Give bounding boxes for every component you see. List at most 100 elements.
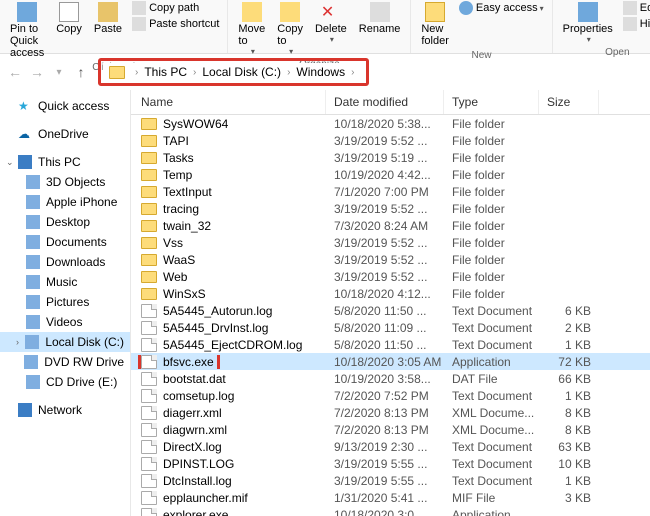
sidebar-this-pc[interactable]: ⌄This PC (0, 152, 130, 172)
file-row[interactable]: twain_327/3/2020 8:24 AMFile folder (131, 217, 650, 234)
file-row[interactable]: DirectX.log9/13/2019 2:30 ...Text Docume… (131, 438, 650, 455)
file-row[interactable]: SysWOW6410/18/2020 5:38...File folder (131, 115, 650, 132)
file-row[interactable]: epplauncher.mif1/31/2020 5:41 ...MIF Fil… (131, 489, 650, 506)
sidebar-item[interactable]: Music (0, 272, 130, 292)
file-row[interactable]: TextInput7/1/2020 7:00 PMFile folder (131, 183, 650, 200)
sidebar-quick-access[interactable]: ★Quick access (0, 96, 130, 116)
file-row[interactable]: 5A5445_DrvInst.log5/8/2020 11:09 ...Text… (131, 319, 650, 336)
file-row[interactable]: tracing3/19/2019 5:52 ...File folder (131, 200, 650, 217)
file-name: epplauncher.mif (163, 491, 248, 505)
forward-button[interactable]: → (26, 61, 48, 83)
sidebar-item-label: DVD RW Drive (44, 355, 124, 369)
move-to-button[interactable]: Move to▾ (232, 0, 271, 58)
ribbon-label-open: Open (605, 46, 629, 59)
network-icon (18, 403, 32, 417)
sidebar-item[interactable]: Desktop (0, 212, 130, 232)
file-row[interactable]: Temp10/19/2020 4:42...File folder (131, 166, 650, 183)
file-name-cell: diagerr.xml (131, 406, 326, 420)
file-row[interactable]: explorer.exe10/18/2020 3:0...Application (131, 506, 650, 516)
column-size[interactable]: Size (539, 90, 599, 114)
sidebar: ★Quick access ☁OneDrive ⌄This PC 3D Obje… (0, 90, 130, 516)
edit-button[interactable]: Edit (619, 0, 650, 16)
sidebar-item[interactable]: Pictures (0, 292, 130, 312)
new-folder-icon (425, 2, 445, 22)
sidebar-item[interactable]: Videos (0, 312, 130, 332)
folder-icon (141, 254, 157, 266)
paste-button[interactable]: Paste (88, 0, 128, 37)
file-row[interactable]: DPINST.LOG3/19/2019 5:55 ...Text Documen… (131, 455, 650, 472)
file-name-cell: TAPI (131, 134, 326, 148)
file-name-cell: DtcInstall.log (131, 474, 326, 488)
folder-icon (141, 220, 157, 232)
pin-quick-access-button[interactable]: Pin to Quick access (4, 0, 50, 61)
file-row[interactable]: diagerr.xml7/2/2020 8:13 PMXML Docume...… (131, 404, 650, 421)
file-row[interactable]: Vss3/19/2019 5:52 ...File folder (131, 234, 650, 251)
column-name[interactable]: Name (131, 90, 326, 114)
file-row[interactable]: bfsvc.exe10/18/2020 3:05 AMApplication72… (131, 353, 650, 370)
file-row[interactable]: 5A5445_Autorun.log5/8/2020 11:50 ...Text… (131, 302, 650, 319)
easy-access-button[interactable]: Easy access▾ (455, 0, 548, 16)
file-row[interactable]: bootstat.dat10/19/2020 3:58...DAT File66… (131, 370, 650, 387)
file-row[interactable]: WinSxS10/18/2020 4:12...File folder (131, 285, 650, 302)
history-button[interactable]: History (619, 16, 650, 32)
sidebar-item[interactable]: Documents (0, 232, 130, 252)
file-name: diagwrn.xml (163, 423, 227, 437)
file-row[interactable]: DtcInstall.log3/19/2019 5:55 ...Text Doc… (131, 472, 650, 489)
file-name: 5A5445_DrvInst.log (163, 321, 268, 335)
history-icon (623, 17, 637, 31)
file-row[interactable]: WaaS3/19/2019 5:52 ...File folder (131, 251, 650, 268)
file-row[interactable]: comsetup.log7/2/2020 7:52 PMText Documen… (131, 387, 650, 404)
column-type[interactable]: Type (444, 90, 539, 114)
file-name-cell: SysWOW64 (131, 117, 326, 131)
file-row[interactable]: 5A5445_EjectCDROM.log5/8/2020 11:50 ...T… (131, 336, 650, 353)
up-button[interactable]: ↑ (70, 61, 92, 83)
breadcrumb-this-pc[interactable]: This PC (142, 65, 189, 79)
file-type: XML Docume... (444, 406, 539, 420)
file-type: File folder (444, 236, 539, 250)
chevron-right-icon[interactable]: › (131, 67, 142, 78)
sidebar-item[interactable]: ›Local Disk (C:) (0, 332, 130, 352)
breadcrumb-windows[interactable]: Windows (294, 65, 347, 79)
file-row[interactable]: Web3/19/2019 5:52 ...File folder (131, 268, 650, 285)
copy-path-button[interactable]: Copy path (128, 0, 223, 16)
copy-button[interactable]: Copy (50, 0, 88, 37)
sidebar-item[interactable]: DVD RW Drive (0, 352, 130, 372)
file-name: SysWOW64 (163, 117, 228, 131)
chevron-right-icon[interactable]: › (189, 67, 200, 78)
folder-icon (141, 152, 157, 164)
collapse-icon[interactable]: ⌄ (6, 157, 16, 168)
sidebar-item[interactable]: Apple iPhone (0, 192, 130, 212)
file-row[interactable]: Tasks3/19/2019 5:19 ...File folder (131, 149, 650, 166)
sidebar-item[interactable]: Downloads (0, 252, 130, 272)
file-date: 7/2/2020 8:13 PM (326, 406, 444, 420)
file-icon (141, 491, 157, 505)
breadcrumb-local-disk[interactable]: Local Disk (C:) (200, 65, 283, 79)
column-date[interactable]: Date modified (326, 90, 444, 114)
back-button[interactable]: ← (4, 61, 26, 83)
file-size: 3 KB (539, 491, 599, 505)
expand-icon[interactable]: › (16, 337, 25, 347)
file-date: 10/18/2020 4:12... (326, 287, 444, 301)
address-bar[interactable]: › This PC › Local Disk (C:) › Windows › (103, 63, 364, 81)
file-icon (141, 457, 157, 471)
chevron-right-icon[interactable]: › (283, 67, 294, 78)
file-name: WinSxS (163, 287, 206, 301)
file-type: Text Document (444, 440, 539, 454)
sidebar-item-label: Desktop (46, 215, 90, 229)
sidebar-onedrive[interactable]: ☁OneDrive (0, 124, 130, 144)
copy-to-button[interactable]: Copy to▾ (271, 0, 309, 58)
chevron-right-icon[interactable]: › (347, 67, 358, 78)
rename-button[interactable]: Rename (353, 0, 407, 37)
recent-locations-button[interactable]: ▾ (48, 61, 70, 83)
delete-button[interactable]: ✕Delete▾ (309, 0, 353, 46)
paste-shortcut-button[interactable]: Paste shortcut (128, 16, 223, 32)
file-date: 5/8/2020 11:50 ... (326, 338, 444, 352)
new-folder-button[interactable]: New folder (415, 0, 455, 49)
sidebar-network[interactable]: Network (0, 400, 130, 420)
sidebar-item[interactable]: CD Drive (E:) (0, 372, 130, 392)
sidebar-item[interactable]: 3D Objects (0, 172, 130, 192)
file-row[interactable]: TAPI3/19/2019 5:52 ...File folder (131, 132, 650, 149)
file-row[interactable]: diagwrn.xml7/2/2020 8:13 PMXML Docume...… (131, 421, 650, 438)
file-name: Vss (163, 236, 183, 250)
properties-button[interactable]: Properties▾ (557, 0, 619, 46)
